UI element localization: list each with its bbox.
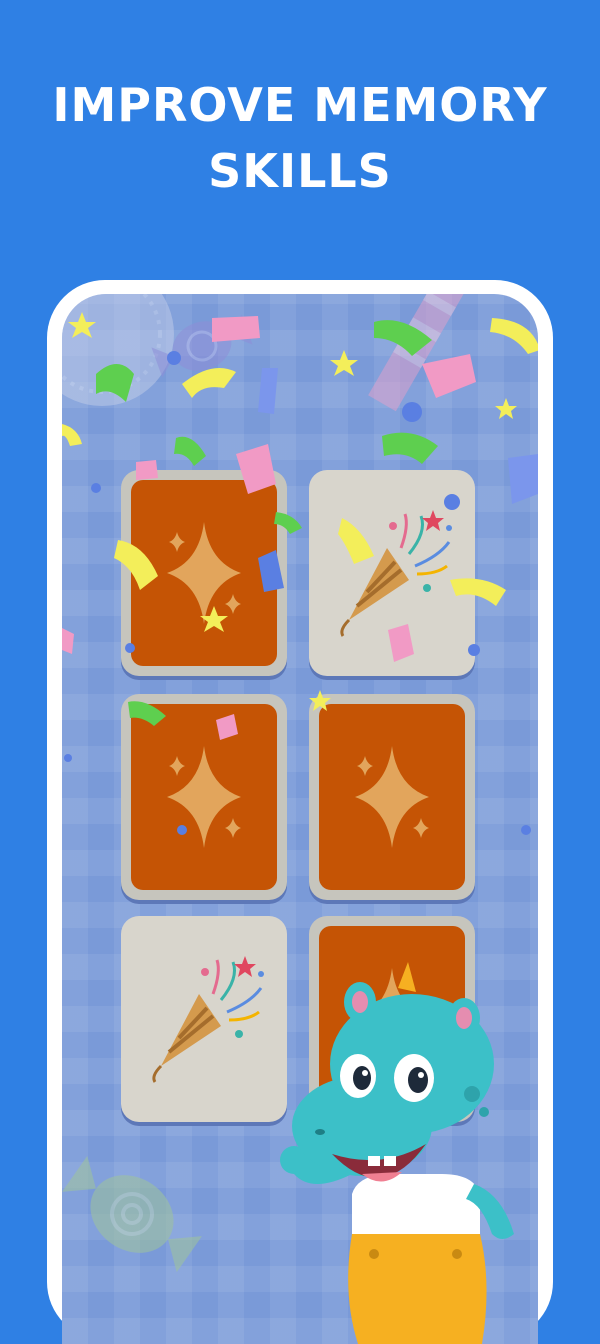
memory-card-2[interactable]	[309, 470, 475, 676]
page-headline: IMPROVE MEMORY SKILLS	[0, 72, 600, 204]
candy-top-decoration	[151, 314, 253, 378]
headline-line-1: IMPROVE MEMORY	[52, 78, 548, 132]
party-popper-icon	[340, 510, 452, 637]
memory-card-1[interactable]	[121, 470, 287, 676]
memory-card-3[interactable]	[121, 694, 287, 900]
memory-card-5[interactable]	[121, 916, 287, 1122]
memory-card-4[interactable]	[309, 694, 475, 900]
game-screen	[62, 294, 538, 1344]
sparkle-icon	[167, 746, 241, 848]
memory-card-6[interactable]	[309, 916, 475, 1122]
candy-stick-decoration	[368, 294, 466, 412]
sparkle-icon	[167, 522, 241, 624]
candy-bottom-decoration	[62, 1155, 202, 1273]
headline-line-2: SKILLS	[208, 144, 392, 198]
party-popper-icon	[152, 956, 264, 1083]
sparkle-icon	[355, 968, 429, 1070]
sparkle-icon	[355, 746, 429, 848]
lace-doily-decoration	[62, 294, 174, 406]
